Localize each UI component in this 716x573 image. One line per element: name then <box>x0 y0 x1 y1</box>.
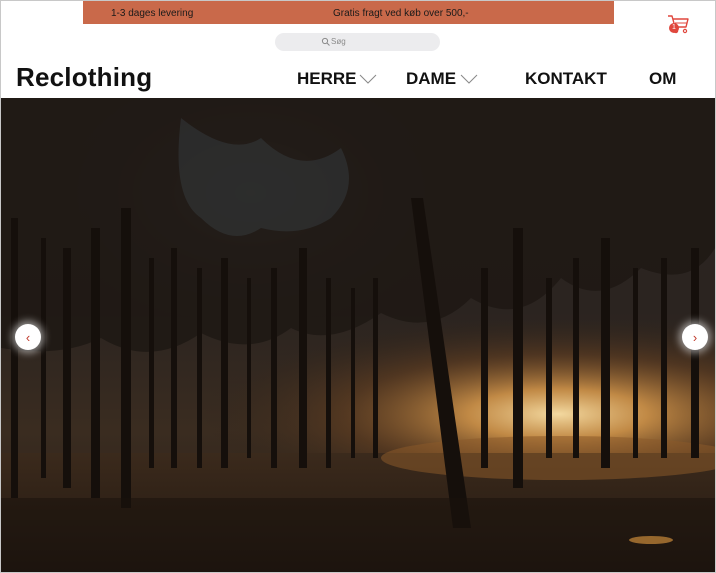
hero-image <box>1 98 715 572</box>
cart-count-badge: 1 <box>669 23 679 33</box>
nav-item-kontakt[interactable]: KONTAKT <box>525 69 607 89</box>
nav-item-om[interactable]: OM <box>649 69 676 89</box>
nav-label: KONTAKT <box>525 69 607 88</box>
cart-button[interactable]: 1 <box>666 13 690 35</box>
brand-logo[interactable]: Reclothing <box>16 62 152 93</box>
carousel-prev-button[interactable]: ‹ <box>15 324 41 350</box>
chevron-right-icon: › <box>692 329 698 345</box>
search-bar[interactable] <box>275 33 440 51</box>
nav-label: OM <box>649 69 677 88</box>
delivery-info: 1-3 dages levering <box>111 8 194 19</box>
free-shipping-info: Gratis fragt ved køb over 500,- <box>333 8 469 19</box>
chevron-left-icon: ‹ <box>25 329 31 345</box>
carousel-next-button[interactable]: › <box>682 324 708 350</box>
chevron-down-icon <box>460 74 478 84</box>
promo-bar: 1-3 dages levering Gratis fragt ved køb … <box>83 0 614 24</box>
nav-item-herre[interactable]: HERRE <box>297 69 377 89</box>
nav-label: DAME <box>406 69 457 88</box>
nav-item-dame[interactable]: DAME <box>406 69 478 89</box>
chevron-down-icon <box>359 74 376 84</box>
nav-label: HERRE <box>297 69 357 88</box>
hero-carousel <box>1 98 715 572</box>
search-input[interactable] <box>331 35 431 48</box>
search-icon <box>321 37 330 46</box>
